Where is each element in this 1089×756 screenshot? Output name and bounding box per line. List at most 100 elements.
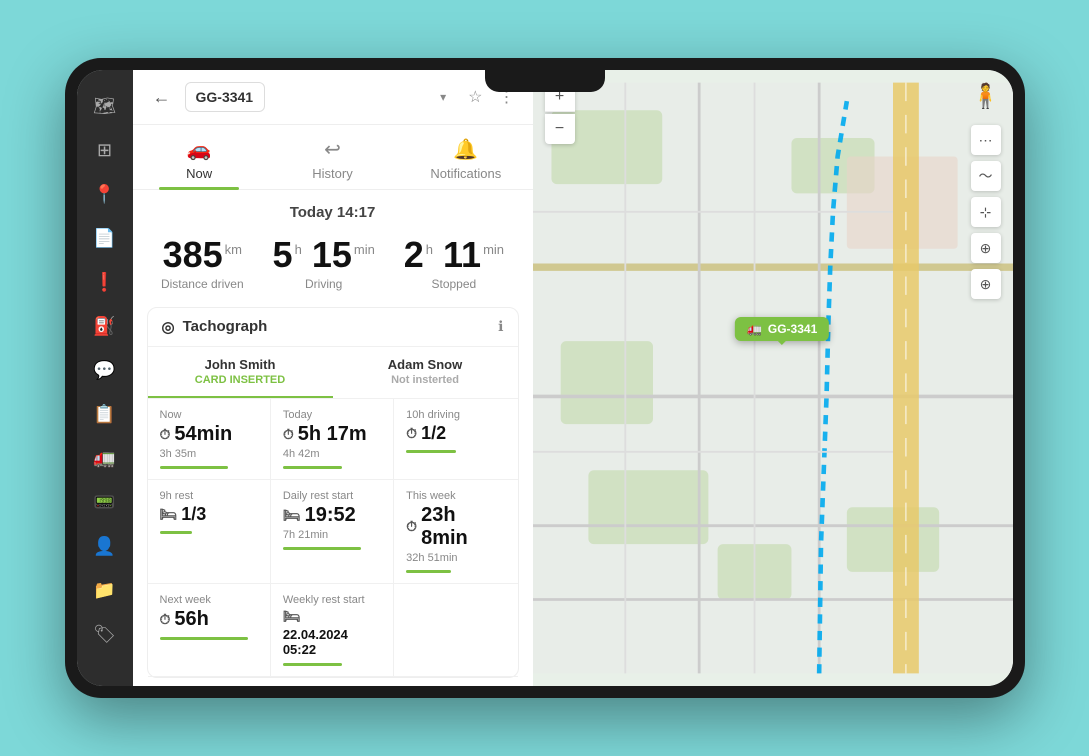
distance-unit: km <box>225 242 242 257</box>
tacho-cell-today: Today ⏱ 5h 17m 4h 42m <box>271 399 394 480</box>
map-svg <box>533 70 1013 686</box>
stat-distance: 385km Distance driven <box>161 235 244 291</box>
tab-history[interactable]: ↩ History <box>266 125 399 189</box>
cell-label-now: Now <box>160 409 258 421</box>
fuel-icon[interactable]: ⛽ <box>85 306 125 346</box>
truck-icon: 🚛 <box>747 322 762 336</box>
tab-now-label: Now <box>186 166 212 181</box>
driving-label: Driving <box>273 277 375 291</box>
stats-header: Today 14:17 <box>133 190 533 235</box>
cell-main-9hrest: 🛏 1/3 <box>160 504 258 525</box>
tabs: 🚗 Now ↩ History 🔔 Notifications <box>133 125 533 190</box>
history-icon: ↩ <box>324 137 341 162</box>
location-icon[interactable]: 📍 <box>85 174 125 214</box>
cell-sub-now: 3h 35m <box>160 448 258 460</box>
cell-main-today: ⏱ 5h 17m <box>283 423 381 446</box>
cell-label-weekly-rest: Weekly rest start <box>283 594 381 606</box>
tacho-cell-9hrest: 9h rest 🛏 1/3 <box>148 480 271 584</box>
cell-sub-daily-rest: 7h 21min <box>283 529 381 541</box>
stopped-min-unit: min <box>483 242 504 257</box>
document-icon[interactable]: 📄 <box>85 218 125 258</box>
tab-notifications[interactable]: 🔔 Notifications <box>399 125 532 189</box>
tacho-title: ◎ Tachograph <box>162 318 268 336</box>
cell-bar-10h <box>406 450 456 453</box>
tachograph-section: ◎ Tachograph ℹ John Smith CARD INSERTED … <box>147 307 519 678</box>
tab-history-label: History <box>312 166 352 181</box>
tacho-title-text: Tachograph <box>183 318 268 335</box>
clock-icon-nextweek: ⏱ <box>160 611 171 628</box>
alert-icon[interactable]: ❗ <box>85 262 125 302</box>
tacho-cell-weekly-rest: Weekly rest start 🛏 22.04.2024 05:22 <box>271 584 394 677</box>
tacho-cell-10h: 10h driving ⏱ 1/2 <box>394 399 517 480</box>
folder-icon[interactable]: 📁 <box>85 570 125 610</box>
vehicle-select-wrap: GG-3341 <box>185 82 457 112</box>
clock-icon-10h: ⏱ <box>406 425 417 442</box>
star-button[interactable]: ☆ <box>464 83 486 111</box>
person-icon: 🧍 <box>971 82 1001 111</box>
road-tool-button[interactable]: ⋯ <box>971 125 1001 155</box>
cell-value-daily-rest: 19:52 <box>305 504 356 527</box>
dashboard-icon[interactable]: ⊞ <box>85 130 125 170</box>
stat-distance-value: 385km <box>161 235 244 275</box>
weekly-rest-time: 05:22 <box>283 642 381 657</box>
report-icon[interactable]: 📋 <box>85 394 125 434</box>
fullscreen-button[interactable]: ⊕ <box>971 233 1001 263</box>
stopped-label: Stopped <box>404 277 504 291</box>
vehicle-icon[interactable]: 🚛 <box>85 438 125 478</box>
tab-now[interactable]: 🚗 Now <box>133 125 266 189</box>
cell-bar-next-week <box>160 637 248 640</box>
distance-label: Distance driven <box>161 277 244 291</box>
bed-icon-9h: 🛏 <box>160 506 178 523</box>
tag-icon[interactable]: 🏷 <box>85 614 125 654</box>
clock-icon-now: ⏱ <box>160 426 171 443</box>
cell-value-next-week: 56h <box>174 608 208 631</box>
cell-value-today: 5h 17m <box>298 423 367 446</box>
device-icon[interactable]: 📟 <box>85 482 125 522</box>
stat-stopped: 2h 11min Stopped <box>404 235 504 291</box>
stat-stopped-value: 2h 11min <box>404 235 504 275</box>
cell-label-daily-rest: Daily rest start <box>283 490 381 502</box>
bed-icon-weekly: 🛏 <box>283 608 301 625</box>
map-icon[interactable]: 🗺 <box>85 86 125 126</box>
tacho-header: ◎ Tachograph ℹ <box>148 308 518 347</box>
user-icon[interactable]: 👤 <box>85 526 125 566</box>
cluster-tool-button[interactable]: ⊹ <box>971 197 1001 227</box>
clock-icon-today: ⏱ <box>283 426 294 443</box>
cell-bar-today <box>283 466 342 469</box>
tacho-icon: ◎ <box>162 318 175 336</box>
panel-header: ← GG-3341 ☆ ⋮ <box>133 70 533 125</box>
cell-bar-now <box>160 466 229 469</box>
tacho-info-icon[interactable]: ℹ <box>498 318 503 335</box>
cell-sub-this-week: 32h 51min <box>406 552 505 564</box>
tacho-grid: Now ⏱ 54min 3h 35m Today ⏱ 5h 17m <box>148 399 518 677</box>
back-button[interactable]: ← <box>147 85 177 110</box>
now-icon: 🚗 <box>187 137 212 162</box>
driver-status-0: CARD INSERTED <box>158 374 323 386</box>
driver-name-1: Adam Snow <box>343 357 508 372</box>
cell-bar-9hrest <box>160 531 192 534</box>
chat-icon[interactable]: 💬 <box>85 350 125 390</box>
tacho-cell-empty <box>394 584 517 677</box>
vehicle-select[interactable]: GG-3341 <box>185 82 265 112</box>
cell-value-this-week: 23h 8min <box>421 504 505 550</box>
locate-button[interactable]: ⊕ <box>971 269 1001 299</box>
driver-tab-0[interactable]: John Smith CARD INSERTED <box>148 347 333 398</box>
stats-row: 385km Distance driven 5h 15min Driving 2… <box>133 235 533 307</box>
cell-bar-weekly-rest <box>283 663 342 666</box>
weekly-rest-date: 22.04.2024 <box>283 627 381 642</box>
tacho-cell-this-week: This week ⏱ 23h 8min 32h 51min <box>394 480 517 584</box>
driver-status-1: Not insterted <box>343 374 508 386</box>
driver-tab-1[interactable]: Adam Snow Not insterted <box>333 347 518 398</box>
cell-main-this-week: ⏱ 23h 8min <box>406 504 505 550</box>
cell-main-weekly-rest: 🛏 <box>283 608 381 625</box>
route-tool-button[interactable]: 〜 <box>971 161 1001 191</box>
panel: ← GG-3341 ☆ ⋮ 🚗 Now ↩ <box>133 70 533 686</box>
cell-bar-daily-rest <box>283 547 362 550</box>
cell-value-9hrest: 1/3 <box>181 504 206 525</box>
cell-label-next-week: Next week <box>160 594 258 606</box>
drivers-row: John Smith CARD INSERTED Adam Snow Not i… <box>148 347 518 399</box>
tacho-cell-next-week: Next week ⏱ 56h <box>148 584 271 677</box>
cell-bar-this-week <box>406 570 451 573</box>
cell-value-now: 54min <box>174 423 232 446</box>
zoom-out-button[interactable]: − <box>545 114 575 144</box>
